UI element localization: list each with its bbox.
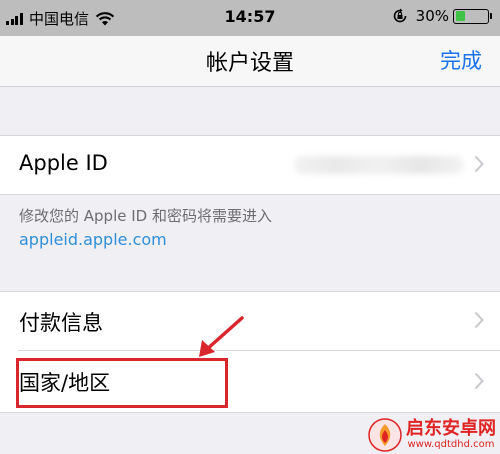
apple-id-footer-note: 修改您的 Apple ID 和密码将需要进入 appleid.apple.com <box>19 205 489 251</box>
red-arrow-annotation <box>199 316 244 357</box>
battery-fill <box>455 11 465 21</box>
status-right: 30% <box>392 7 492 25</box>
battery-percent: 30% <box>415 7 449 25</box>
payment-info-row[interactable]: 付款信息 <box>0 292 500 350</box>
watermark: 启东安卓网 www.qdtdhd.com <box>368 418 496 452</box>
chevron-right-icon <box>474 155 484 173</box>
apple-id-value-blurred <box>294 156 464 174</box>
battery-tip <box>490 13 492 19</box>
chevron-right-icon <box>474 372 484 390</box>
battery-icon <box>453 8 489 24</box>
payment-info-label: 付款信息 <box>19 311 103 335</box>
chevron-right-icon <box>474 311 484 329</box>
apple-id-row[interactable]: Apple ID <box>0 136 500 194</box>
done-button[interactable]: 完成 <box>440 45 482 75</box>
rotation-lock-icon <box>393 8 406 23</box>
apple-id-label: Apple ID <box>19 151 108 175</box>
page-title: 帐户设置 <box>205 51 294 76</box>
watermark-url: www.qdtdhd.com <box>407 439 495 450</box>
apple-id-group: Apple ID <box>0 135 500 195</box>
watermark-text: 启东安卓网 www.qdtdhd.com <box>406 420 496 450</box>
watermark-logo-icon <box>368 418 402 452</box>
navigation-bar: 帐户设置 完成 <box>0 36 500 87</box>
status-bar: 中国电信 14:57 30% <box>0 0 500 36</box>
apple-id-note-text: 修改您的 Apple ID 和密码将需要进入 <box>19 207 272 225</box>
apple-id-link[interactable]: appleid.apple.com <box>19 228 489 251</box>
watermark-name: 启东安卓网 <box>406 418 496 439</box>
highlight-box-annotation <box>16 358 228 408</box>
